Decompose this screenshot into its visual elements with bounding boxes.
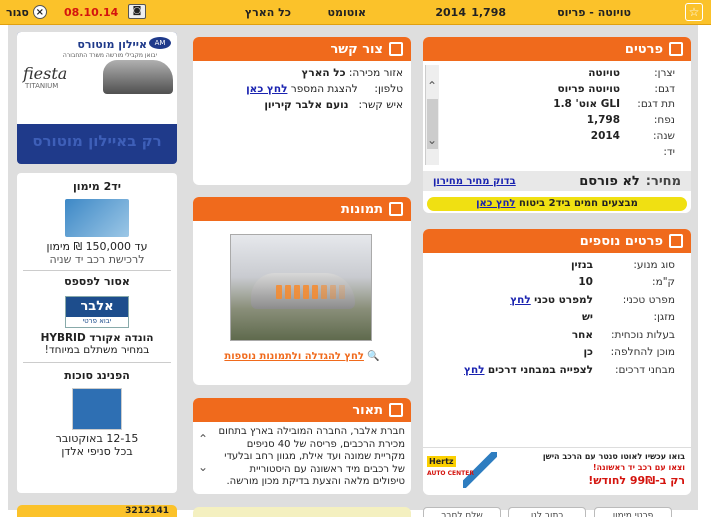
eylon-logo-icon: AM <box>149 37 171 49</box>
sukkot-line2: בכל סניפי אלדן <box>61 445 133 458</box>
sukkot-image[interactable] <box>72 388 122 430</box>
close-label: סגור <box>6 5 29 19</box>
top-area: כל הארץ <box>244 6 291 19</box>
tab-send-friend[interactable]: שלח לחבר <box>423 507 501 517</box>
enlarge-row: 🔍 לחץ להגדלה ולתמונות נוספות <box>193 351 411 362</box>
photos-panel: תמונות 🔍 לחץ להגדלה ולתמונות נוספות <box>193 197 411 385</box>
eylon-slogan: רק באיילון מוטורס <box>32 132 162 150</box>
more-row-0: סוג מנוע: בנזין <box>570 258 675 271</box>
more-row-6: מבחני דרכים: לצפייה במבחני דרכים לחץ <box>464 363 675 376</box>
promo-link[interactable]: לחץ כאן <box>476 198 515 209</box>
eylon-ad[interactable]: איילון מוטורס AM יבואן מקבילי מורשה משרד… <box>17 32 177 164</box>
top-bar: ☆ טויוטה - פריוס 1,798 2014 אוטומט כל הא… <box>0 0 711 25</box>
price-row: מחיר: לא פורסם בדוק מחיר מחירון <box>423 171 691 191</box>
yad2-title: יד2 מימון <box>73 180 121 193</box>
details-panel: פרטים יצרן: טויוטה דגם: טויוטה פריוס תת דג… <box>423 37 691 213</box>
top-gearbox: אוטומט <box>327 6 366 19</box>
top-engine: 1,798 <box>471 6 506 19</box>
camera-icon <box>389 202 403 216</box>
zoom-icon: 🔍 <box>367 351 380 362</box>
show-phone-link[interactable]: לחץ כאן <box>246 83 287 95</box>
photos-header: תמונות <box>193 197 411 221</box>
more-row-4: בעלות נוכחית: אחר <box>571 328 675 341</box>
details-list: יצרן: טויוטה דגם: טויוטה פריוס תת דגם: GLI … <box>553 65 675 160</box>
scroll-up-icon[interactable]: ⌃ <box>196 432 210 446</box>
eylon-sub: יבואן מקבילי מורשה משרד התחבורה <box>62 52 157 59</box>
price-list-link[interactable]: בדוק מחיר מחירון <box>433 176 516 187</box>
favorite-star-icon[interactable]: ☆ <box>685 3 703 21</box>
document-icon <box>669 234 683 248</box>
scroll-down-icon[interactable]: ⌄ <box>196 460 210 474</box>
more-row-5: מוכן להחלפה: כן <box>583 346 675 359</box>
yad2-line2: לרכישת רכב יד שניה <box>49 253 145 266</box>
price-value: לא פורסם <box>579 173 640 189</box>
contact-header: צור קשר <box>193 37 411 61</box>
detail-row-4: שנה: 2014 <box>590 130 675 143</box>
detail-row-0: יצרן: טויוטה <box>588 66 675 79</box>
contact-person: איש קשר: נועם אלבר קיריון <box>264 99 403 111</box>
detail-row-5: יד: <box>663 145 675 158</box>
detail-row-2: תת דגם: GLI אוט' 1.8 <box>553 98 675 111</box>
scroll-down-icon[interactable]: ⌄ <box>425 133 439 147</box>
detail-row-3: נפח: 1,798 <box>586 114 675 127</box>
more-details-header: פרטים נוספים <box>423 229 691 253</box>
details-header: פרטים <box>423 37 691 61</box>
contact-area: אזור מכירה: כל הארץ <box>301 67 403 79</box>
top-year: 2014 <box>435 6 466 19</box>
tab-financing[interactable]: פרטי מימון <box>594 507 672 517</box>
promo-banner[interactable]: מבצעים חמים ביד2 ביטוח לחץ כאן <box>427 197 687 211</box>
car-photo[interactable] <box>230 234 372 341</box>
description-header: תאור <box>193 398 411 422</box>
more-details-panel: פרטים נוספים סוג מנוע: בנזין ק"מ: 10 מפרט … <box>423 229 691 495</box>
camera-icon[interactable]: ◙ <box>128 4 146 19</box>
albar-logo[interactable]: אלבר יבוא פרטי <box>65 296 129 328</box>
detail-row-1: דגם: טויוטה פריוס <box>557 82 676 95</box>
tab-write-us[interactable]: כתוב לנו <box>508 507 586 517</box>
bottom-middle-panel <box>193 507 411 517</box>
description-text: חברת אלבר, החברה המובילה בארץ בתחום מכיר… <box>218 426 405 486</box>
asor-line2: במחיר משתלם במיוחד! <box>44 344 150 356</box>
yad2-line1: עד 150,000 ₪ מימון <box>46 240 148 253</box>
more-details-list: סוג מנוע: בנזין ק"מ: 10 מפרט טכני: למפרט טכ… <box>464 256 675 379</box>
close-button[interactable]: × סגור <box>6 5 47 19</box>
sukkot-line1: 12-15 באוקטובר <box>55 432 139 445</box>
more-row-2: מפרט טכני: למפרט טכני לחץ <box>510 293 675 306</box>
enlarge-link[interactable]: לחץ להגדלה ולתמונות נוספות <box>224 351 364 362</box>
scroll-up-icon[interactable]: ⌃ <box>425 79 439 93</box>
car-image <box>103 60 173 94</box>
more-row-1: ק"מ: 10 <box>578 276 675 289</box>
top-date: 08.10.14 <box>64 6 119 19</box>
spec-link[interactable]: לחץ <box>510 294 531 306</box>
eylon-name: איילון מוטורס <box>77 38 147 51</box>
contact-phone: טלפון: להצגת המספר לחץ כאן <box>246 83 403 95</box>
eylon-car-sub: TITANIUM <box>25 82 59 90</box>
details-scrollbar[interactable]: ⌃ ⌄ <box>425 65 439 165</box>
top-model: טויוטה - פריוס <box>557 6 631 19</box>
document-icon <box>389 403 403 417</box>
more-row-3: מזגן: יש <box>581 311 675 324</box>
close-icon: × <box>32 5 47 19</box>
asor-line1: הונדה אקורד HYBRID <box>40 332 154 344</box>
contact-panel: צור קשר אזור מכירה: כל הארץ טלפון: להצגת… <box>193 37 411 185</box>
eylon-car: fiesta <box>23 64 68 83</box>
road-test-link[interactable]: לחץ <box>464 364 485 376</box>
ads-column: יד2 מימון עד 150,000 ₪ מימון לרכישת רכב … <box>17 173 177 493</box>
description-panel: תאור חברת אלבר, החברה המובילה בארץ בתחום… <box>193 398 411 494</box>
hertz-logo: Hertz <box>427 456 456 467</box>
document-icon <box>669 42 683 56</box>
money-image <box>65 199 129 237</box>
price-label: מחיר: <box>645 173 681 189</box>
hertz-ad[interactable]: בואו עכשיו לאוטו סנטר עם הרכב הישן וצאו … <box>423 447 691 491</box>
bottom-left-bar: 3212141 <box>17 505 177 517</box>
sukkot-title: הפנינג סוכות <box>64 369 130 382</box>
asor-title: אסור לפספס <box>64 275 130 288</box>
envelope-icon <box>389 42 403 56</box>
